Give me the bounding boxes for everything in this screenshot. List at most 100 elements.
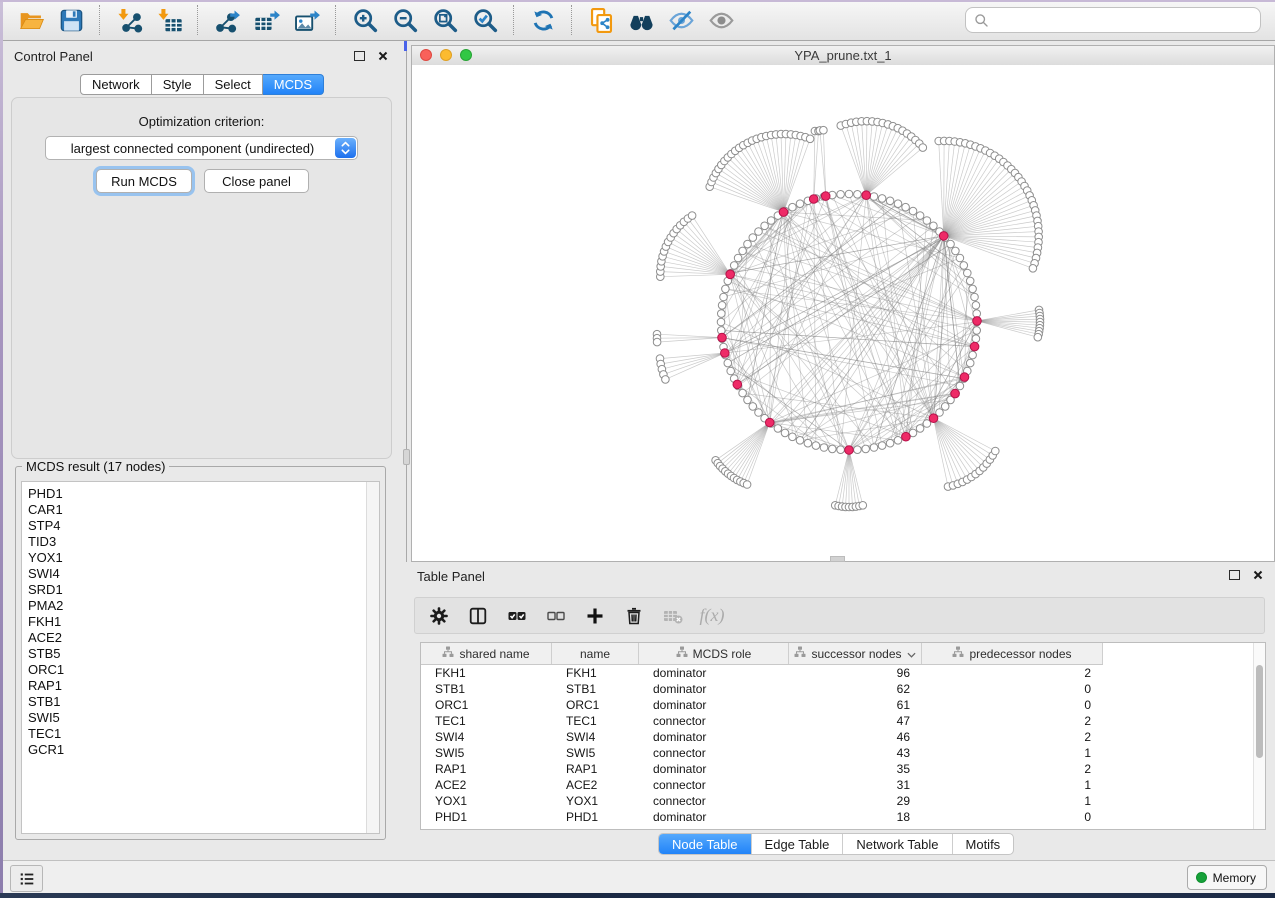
tab-network-table[interactable]: Network Table	[842, 834, 951, 854]
mcds-result-item[interactable]: RAP1	[28, 678, 379, 694]
hide-selected-icon[interactable]	[666, 5, 696, 35]
tab-style[interactable]: Style	[152, 74, 204, 95]
export-image-icon[interactable]	[292, 5, 322, 35]
table-row[interactable]: SWI5SWI5connector431	[421, 745, 1265, 761]
column-header-successor-nodes[interactable]: successor nodes	[789, 643, 922, 664]
add-column-icon[interactable]	[584, 605, 606, 627]
table-options-icon[interactable]	[428, 605, 450, 627]
clone-network-icon[interactable]	[586, 5, 616, 35]
mcds-result-item[interactable]: CAR1	[28, 502, 379, 518]
network-canvas[interactable]	[412, 65, 1274, 561]
run-mcds-button[interactable]: Run MCDS	[96, 169, 192, 193]
zoom-in-icon[interactable]	[350, 5, 380, 35]
column-header-label: successor nodes	[811, 647, 901, 661]
mcds-result-item[interactable]: YOX1	[28, 550, 379, 566]
table-cell: dominator	[639, 730, 789, 744]
export-table-icon[interactable]	[252, 5, 282, 35]
mcds-result-item[interactable]: SWI4	[28, 566, 379, 582]
sort-indicator-icon[interactable]	[907, 647, 916, 661]
show-all-icon[interactable]	[706, 5, 736, 35]
network-window-titlebar[interactable]: YPA_prune.txt_1	[412, 46, 1274, 66]
zoom-out-icon[interactable]	[390, 5, 420, 35]
mcds-result-item[interactable]: TEC1	[28, 726, 379, 742]
table-row[interactable]: YOX1YOX1connector291	[421, 793, 1265, 809]
table-row[interactable]: SWI4SWI4dominator462	[421, 729, 1265, 745]
tab-network[interactable]: Network	[80, 74, 152, 95]
import-network-icon[interactable]	[114, 5, 144, 35]
search-box[interactable]	[965, 7, 1261, 33]
select-all-rows-icon[interactable]	[506, 605, 528, 627]
search-input[interactable]	[990, 12, 1260, 29]
mcds-result-item[interactable]: ACE2	[28, 630, 379, 646]
table-cell: STB1	[421, 682, 552, 696]
tab-mcds[interactable]: MCDS	[263, 74, 324, 95]
optimization-criterion-select[interactable]: largest connected component (undirected)	[45, 136, 358, 160]
table-row[interactable]: ACE2ACE2connector311	[421, 777, 1265, 793]
mcds-result-item[interactable]: PHD1	[28, 486, 379, 502]
column-header-predecessor-nodes[interactable]: predecessor nodes	[922, 643, 1103, 664]
table-row[interactable]: TEC1TEC1connector472	[421, 713, 1265, 729]
tab-edge-table[interactable]: Edge Table	[751, 834, 843, 854]
toolbar-separator	[197, 5, 199, 35]
mcds-result-item[interactable]: PMA2	[28, 598, 379, 614]
table-cell: SWI5	[421, 746, 552, 760]
float-icon[interactable]	[1229, 570, 1240, 580]
tab-motifs[interactable]: Motifs	[952, 834, 1014, 854]
table-panel: Table Panel f(x) shared namenameMCDS rol…	[402, 562, 1275, 860]
float-icon[interactable]	[354, 51, 365, 61]
close-icon[interactable]	[1253, 570, 1263, 580]
toolbar-separator	[571, 5, 573, 35]
table-cell: dominator	[639, 762, 789, 776]
memory-button[interactable]: Memory	[1187, 865, 1267, 890]
column-header-name[interactable]: name	[552, 643, 639, 664]
column-header-shared-name[interactable]: shared name	[421, 643, 552, 664]
table-row[interactable]: ORC1ORC1dominator610	[421, 697, 1265, 713]
mcds-list-scrollbar[interactable]	[366, 482, 379, 833]
first-neighbors-icon[interactable]	[626, 5, 656, 35]
deselect-all-rows-icon[interactable]	[545, 605, 567, 627]
tab-node-table[interactable]: Node Table	[659, 834, 751, 854]
maximize-window-icon[interactable]	[460, 49, 472, 61]
close-icon[interactable]	[378, 51, 388, 61]
task-history-button[interactable]	[10, 865, 43, 892]
mcds-result-item[interactable]: STB1	[28, 694, 379, 710]
table-row[interactable]: RAP1RAP1dominator352	[421, 761, 1265, 777]
delete-columns-icon[interactable]	[623, 605, 645, 627]
refresh-view-icon[interactable]	[528, 5, 558, 35]
horizontal-splitter-handle[interactable]	[830, 556, 845, 562]
mcds-result-title: MCDS result (17 nodes)	[22, 459, 169, 474]
show-columns-icon[interactable]	[467, 605, 489, 627]
mcds-result-item[interactable]: TID3	[28, 534, 379, 550]
mcds-result-item[interactable]: GCR1	[28, 742, 379, 758]
mcds-result-item[interactable]: STP4	[28, 518, 379, 534]
list-icon	[18, 870, 36, 888]
table-row[interactable]: FKH1FKH1dominator962	[421, 665, 1265, 681]
close-window-icon[interactable]	[420, 49, 432, 61]
zoom-fit-icon[interactable]	[430, 5, 460, 35]
open-file-icon[interactable]	[16, 5, 46, 35]
network-view-window: YPA_prune.txt_1	[411, 45, 1275, 562]
mcds-result-item[interactable]: SWI5	[28, 710, 379, 726]
import-table-icon[interactable]	[154, 5, 184, 35]
table-row[interactable]: PHD1PHD1dominator180	[421, 809, 1265, 825]
tab-select[interactable]: Select	[204, 74, 263, 95]
splitter-handle[interactable]	[403, 449, 410, 465]
column-header-MCDS-role[interactable]: MCDS role	[639, 643, 789, 664]
mcds-result-item[interactable]: STB5	[28, 646, 379, 662]
frame-focus-marker	[404, 41, 407, 51]
save-session-icon[interactable]	[56, 5, 86, 35]
mcds-result-list[interactable]: PHD1CAR1STP4TID3YOX1SWI4SRD1PMA2FKH1ACE2…	[21, 481, 380, 834]
table-cell: 29	[789, 794, 922, 808]
table-cell: 46	[789, 730, 922, 744]
minimize-window-icon[interactable]	[440, 49, 452, 61]
table-scrollbar[interactable]	[1253, 643, 1265, 829]
mcds-result-item[interactable]: FKH1	[28, 614, 379, 630]
export-network-icon[interactable]	[212, 5, 242, 35]
zoom-selected-icon[interactable]	[470, 5, 500, 35]
mcds-result-item[interactable]: ORC1	[28, 662, 379, 678]
close-panel-button[interactable]: Close panel	[204, 169, 309, 193]
table-scrollbar-thumb[interactable]	[1256, 665, 1263, 758]
table-row[interactable]: STB1STB1dominator620	[421, 681, 1265, 697]
mcds-result-item[interactable]: SRD1	[28, 582, 379, 598]
table-cell: FKH1	[552, 666, 639, 680]
